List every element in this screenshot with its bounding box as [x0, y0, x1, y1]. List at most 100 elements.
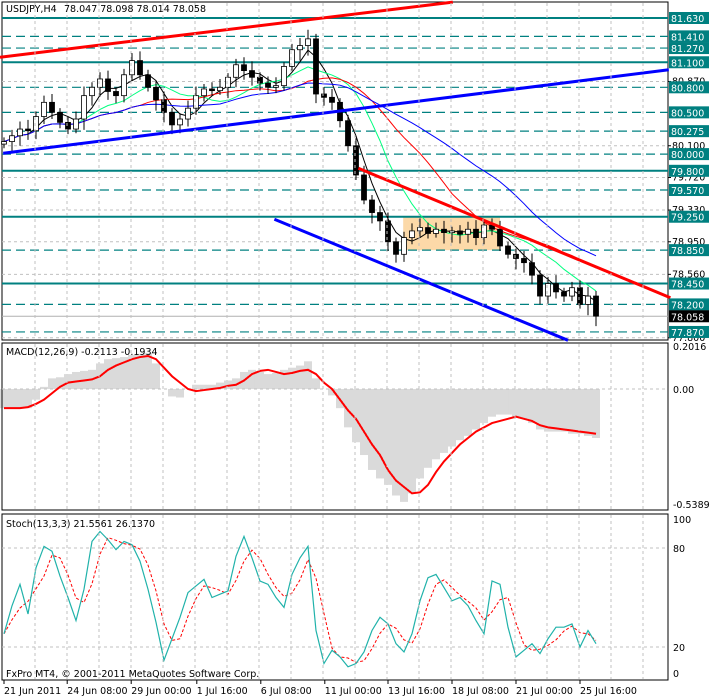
price-level-label: 77.870: [671, 328, 704, 339]
bear-candle: [425, 227, 431, 234]
stoch-axis-label: 100: [673, 515, 691, 526]
bear-candle: [329, 96, 335, 103]
bear-candle: [593, 295, 599, 317]
bear-candle: [561, 291, 567, 297]
bear-candle: [385, 220, 391, 243]
bear-candle: [113, 91, 119, 97]
stoch-title: Stoch(13,3,3) 21.5561 26.1370: [6, 519, 155, 530]
bear-candle: [369, 199, 375, 213]
time-axis-label: 21 Jul 00:00: [516, 686, 573, 697]
bear-candle: [377, 212, 383, 222]
time-axis-label: 18 Jul 08:00: [452, 686, 509, 697]
bull-candle: [201, 88, 207, 97]
stochastic-panel[interactable]: [1, 513, 669, 681]
bull-candle: [185, 107, 191, 120]
bear-candle: [313, 38, 319, 95]
bear-candle: [57, 111, 63, 123]
bear-candle: [441, 228, 447, 233]
bear-candle: [513, 253, 519, 259]
time-axis-label: 13 Jul 16:00: [388, 686, 445, 697]
current-price-label: 78.058: [671, 312, 704, 323]
price-level-label: 80.500: [671, 108, 704, 119]
price-level-label: 80.275: [671, 127, 704, 138]
bull-candle: [433, 228, 439, 234]
bear-candle: [361, 174, 367, 201]
mt4-chart[interactable]: 80.87080.10079.72079.33078.95078.56077.8…: [0, 0, 709, 698]
bear-candle: [577, 287, 583, 305]
macd-axis-label: 0.00: [673, 385, 694, 396]
bull-candle: [17, 128, 23, 137]
chart-title: USDJPY,H4: [6, 4, 57, 15]
bull-candle: [401, 237, 407, 255]
bull-candle: [1, 141, 7, 145]
bull-candle: [193, 95, 199, 109]
stoch-axis-label: 80: [673, 544, 685, 555]
price-level-label: 81.100: [671, 58, 704, 69]
stoch-axis-label: 0: [673, 669, 679, 680]
price-level-label: 81.630: [671, 14, 704, 25]
macd-panel[interactable]: [0, 342, 669, 511]
ohlc-readout: 78.047 78.098 78.014 78.058: [64, 4, 206, 15]
bear-candle: [65, 121, 71, 130]
bear-candle: [537, 274, 543, 297]
bear-candle: [353, 145, 359, 176]
bear-candle: [505, 245, 511, 255]
time-axis-label: 1 Jul 16:00: [197, 686, 248, 697]
bull-candle: [177, 118, 183, 126]
bull-candle: [449, 230, 455, 233]
bear-candle: [497, 228, 503, 247]
bull-candle: [585, 295, 591, 305]
bear-candle: [25, 128, 31, 132]
bear-candle: [209, 88, 215, 92]
bull-candle: [305, 38, 311, 46]
price-panel[interactable]: [0, 0, 671, 342]
bull-candle: [9, 135, 15, 142]
bull-candle: [33, 116, 39, 132]
bear-candle: [393, 241, 399, 255]
bear-candle: [521, 258, 527, 264]
copyright-text: FxPro MT4, © 2001-2011 MetaQuotes Softwa…: [6, 669, 259, 680]
bull-candle: [465, 228, 471, 235]
bear-candle: [169, 111, 175, 126]
price-level-label: 78.200: [671, 300, 704, 311]
price-level-label: 80.000: [671, 150, 704, 161]
bear-candle: [345, 120, 351, 147]
bear-candle: [553, 283, 559, 293]
bull-candle: [297, 45, 303, 51]
bull-candle: [417, 227, 423, 232]
price-level-label: 80.800: [671, 83, 704, 94]
bull-candle: [121, 74, 127, 97]
time-axis-label: 21 Jun 2011: [4, 686, 61, 697]
bull-candle: [281, 66, 287, 87]
price-level-label: 81.270: [671, 44, 704, 55]
price-level-label: 78.450: [671, 280, 704, 291]
bear-candle: [265, 82, 271, 88]
bear-candle: [49, 101, 55, 113]
bear-candle: [137, 60, 143, 76]
bull-candle: [273, 85, 279, 88]
bull-candle: [129, 60, 135, 76]
bear-candle: [105, 78, 111, 92]
stoch-panel-frame: [1, 513, 669, 681]
bull-candle: [481, 224, 487, 239]
bear-candle: [321, 93, 327, 98]
bull-candle: [41, 101, 47, 117]
price-level-label: 81.410: [671, 32, 704, 43]
bull-candle: [289, 49, 295, 67]
bull-candle: [409, 230, 415, 239]
bull-candle: [217, 86, 223, 92]
price-level-label: 79.570: [671, 186, 704, 197]
bull-candle: [233, 64, 239, 78]
bear-candle: [161, 99, 167, 113]
price-level-label: 79.800: [671, 167, 704, 178]
bear-candle: [241, 64, 247, 72]
bear-candle: [249, 70, 255, 78]
bear-candle: [153, 86, 159, 101]
bull-candle: [89, 86, 95, 97]
price-level-label: 79.250: [671, 213, 704, 224]
bull-candle: [545, 283, 551, 297]
time-axis-label: 11 Jul 00:00: [325, 686, 382, 697]
bull-candle: [73, 118, 79, 130]
bear-candle: [145, 74, 151, 88]
macd-axis-label: -0.5389: [673, 500, 709, 511]
